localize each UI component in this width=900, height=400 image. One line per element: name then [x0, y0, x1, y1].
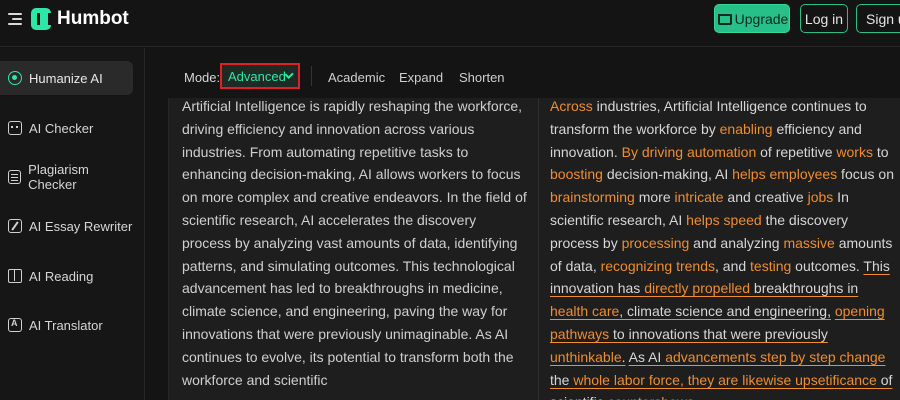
changed-phrase[interactable]: automation [687, 144, 756, 160]
mode-select-value: Advanced [228, 68, 286, 84]
changed-phrase[interactable]: whole labor force, they are likewise ups… [573, 372, 877, 388]
top-bar: Humbot Upgrade Log in Sign up [0, 0, 900, 47]
output-segment: , and [715, 257, 751, 274]
logo[interactable]: Humbot [31, 8, 129, 30]
mode-label: Mode: [184, 70, 221, 85]
brand-name: Humbot [57, 8, 129, 29]
upgrade-label: Upgrade [734, 10, 789, 27]
changed-phrase[interactable]: helps employees [732, 166, 837, 182]
output-segment: of repetitive [756, 143, 837, 160]
book-icon [8, 269, 22, 283]
output-segment[interactable]: to innovations that were previously [609, 326, 828, 342]
changed-phrase[interactable]: By driving [622, 144, 683, 160]
sidebar-item-ai-reading[interactable]: AI Reading [0, 259, 133, 293]
output-segment: decision-making, AI [602, 166, 733, 183]
sidebar-item-ai-essay-rewriter[interactable]: AI Essay Rewriter [0, 209, 133, 243]
changed-phrase[interactable]: brainstorming [550, 189, 635, 205]
output-text[interactable]: Across industries, Artificial Intelligen… [550, 95, 895, 400]
output-segment: and creative [723, 189, 808, 206]
tab-academic[interactable]: Academic [328, 70, 385, 85]
sidebar-item-label: AI Essay Rewriter [29, 218, 133, 234]
sidebar-item-label: Plagiarism Checker [28, 162, 89, 192]
output-segment: more [634, 189, 675, 206]
output-segment: focus on [837, 166, 894, 183]
sidebar-item-plagiarism-checker[interactable]: Plagiarism Checker [0, 160, 133, 194]
output-segment[interactable]: . [622, 349, 626, 365]
changed-phrase[interactable]: intricate [675, 189, 724, 205]
changed-phrase[interactable]: jobs [808, 189, 834, 205]
output-panel: Across industries, Artificial Intelligen… [538, 98, 900, 400]
changed-phrase[interactable]: enabling [720, 121, 773, 137]
output-segment[interactable]: As AI [629, 349, 666, 365]
changed-phrase[interactable]: Across [550, 98, 593, 114]
sidebar-item-label: AI Translator [29, 317, 103, 333]
menu-icon[interactable] [8, 13, 22, 25]
changed-phrase[interactable]: unthinkable [550, 349, 622, 365]
output-segment[interactable]: the [550, 372, 573, 388]
changed-phrase[interactable]: works [836, 144, 873, 160]
login-button[interactable]: Log in [800, 4, 848, 33]
input-panel: Artificial Intelligence is rapidly resha… [168, 98, 538, 400]
sidebar: Humanize AI AI Checker Plagiarism Checke… [0, 48, 145, 400]
signup-button[interactable]: Sign up [856, 4, 900, 33]
changed-phrase[interactable]: directly propelled [644, 280, 750, 296]
pen-icon [8, 219, 22, 233]
changed-phrase[interactable]: helps speed [686, 212, 762, 228]
output-segment: to [872, 143, 889, 160]
humbot-logo-icon [31, 8, 51, 30]
changed-phrase[interactable]: recognizing trends [601, 258, 715, 274]
document-icon [8, 170, 22, 184]
input-textarea[interactable]: Artificial Intelligence is rapidly resha… [182, 95, 527, 391]
brain-icon [8, 71, 22, 85]
sidebar-item-label: AI Reading [29, 268, 94, 284]
output-segment: outcomes. [791, 257, 864, 274]
sidebar-item-label: AI Checker [29, 120, 94, 136]
output-segment[interactable]: , climate science and engineering, [619, 303, 831, 319]
translate-icon [8, 318, 22, 332]
sidebar-item-ai-checker[interactable]: AI Checker [0, 111, 133, 145]
mode-toolbar: Mode: Advanced Academic Expand Shorten [168, 58, 900, 98]
cart-icon [716, 12, 732, 25]
changed-phrase[interactable]: health care [550, 303, 619, 319]
changed-phrase[interactable]: advancements step by step change [665, 349, 885, 365]
tab-shorten[interactable]: Shorten [459, 70, 505, 85]
sidebar-item-humanize-ai[interactable]: Humanize AI [0, 61, 133, 95]
upgrade-button[interactable]: Upgrade [714, 4, 790, 33]
output-segment[interactable]: breakthroughs in [750, 280, 858, 296]
changed-phrase[interactable]: processing [622, 235, 690, 251]
sidebar-item-label: Humanize AI [29, 70, 103, 86]
output-segment: and analyzing [689, 234, 784, 251]
robot-icon [8, 121, 22, 135]
changed-phrase[interactable]: countershows. [608, 394, 698, 400]
tab-expand[interactable]: Expand [399, 70, 443, 85]
changed-phrase[interactable]: massive [783, 235, 834, 251]
changed-phrase[interactable]: boosting [550, 166, 603, 182]
mode-select[interactable]: Advanced [220, 63, 300, 89]
sidebar-item-ai-translator[interactable]: AI Translator [0, 308, 133, 342]
changed-phrase[interactable]: testing [750, 258, 791, 274]
divider [311, 66, 312, 86]
